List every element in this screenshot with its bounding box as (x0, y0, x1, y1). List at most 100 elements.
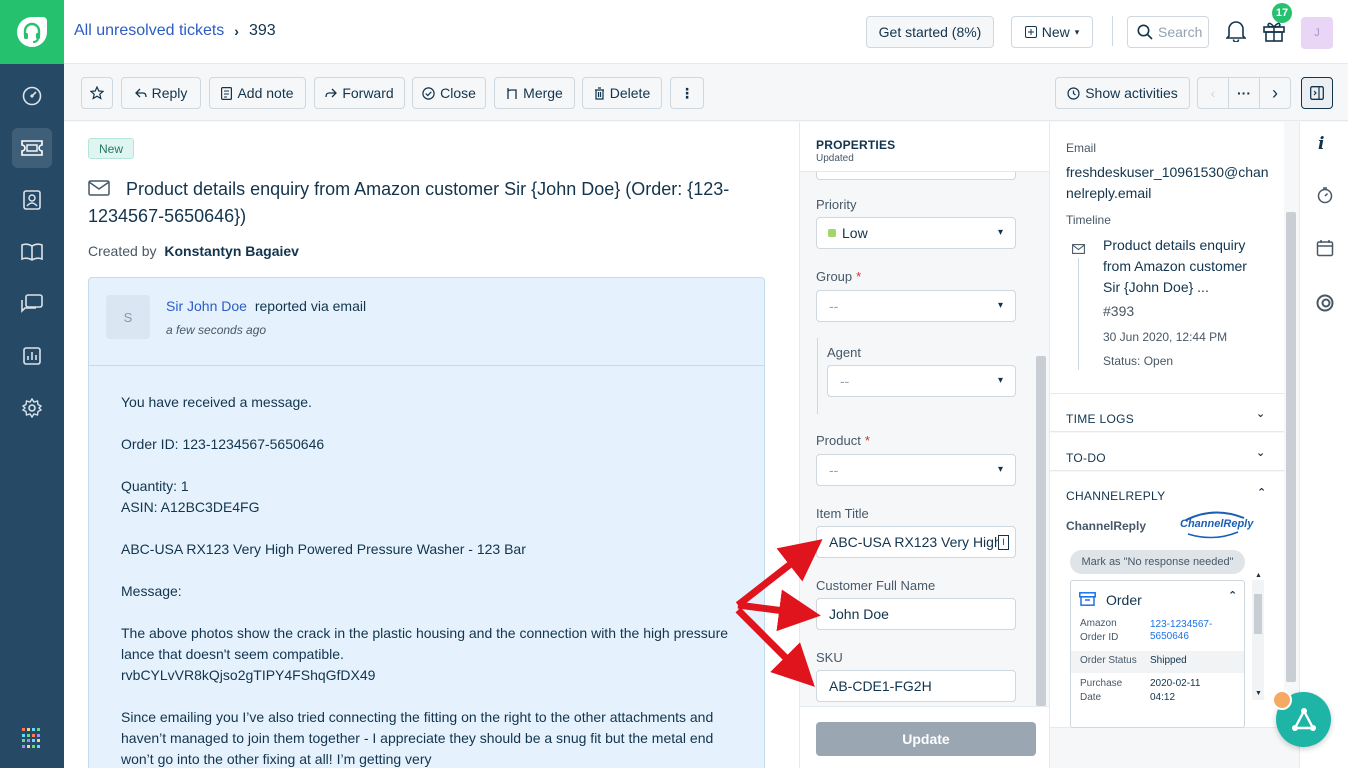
message-line: haven’t managed to join them together - … (121, 730, 714, 746)
divider (1112, 16, 1113, 46)
breadcrumb-link[interactable]: All unresolved tickets (74, 22, 224, 40)
star-button[interactable] (81, 77, 113, 109)
contacts-icon[interactable] (12, 180, 52, 220)
order-id-link[interactable]: 123-1234567- 5650646 (1150, 619, 1212, 643)
search-button[interactable]: Search (1127, 16, 1209, 48)
chevron-down-icon: ▾ (997, 464, 1003, 475)
agent-value: -- (840, 373, 850, 389)
tickets-icon[interactable] (12, 128, 52, 168)
channelreply-app-name: ChannelReply (1066, 519, 1147, 533)
delete-button[interactable]: Delete (582, 77, 662, 109)
chevron-up-icon[interactable]: ⌃ (1257, 486, 1266, 499)
reports-icon[interactable] (12, 336, 52, 376)
channelreply-app-icon[interactable] (1316, 294, 1334, 315)
get-started-button[interactable]: Get started (8%) (866, 16, 994, 48)
priority-select[interactable]: Low ▾ (816, 217, 1016, 249)
chevron-down-icon: ▾ (997, 300, 1003, 311)
info-icon[interactable]: i (1318, 134, 1324, 154)
calendar-icon[interactable] (1316, 239, 1334, 260)
more-actions-button[interactable]: ⋮ (670, 77, 704, 109)
scrollbar-thumb[interactable] (1254, 594, 1262, 634)
contact-email-line: nelreply.email (1066, 185, 1152, 201)
history-icon (1067, 86, 1080, 100)
notifications-bell-icon[interactable] (1225, 20, 1247, 45)
ticket-main-panel: New Product details enquiry from Amazon … (64, 122, 799, 768)
top-bar: All unresolved tickets › 393 Get started… (64, 0, 1348, 64)
channelreply-scrollbar[interactable]: ▼ ▲ (1252, 572, 1264, 700)
new-dropdown-button[interactable]: New ▾ (1011, 16, 1093, 48)
forward-label: Forward (342, 85, 394, 101)
annotation-arrows (735, 539, 823, 687)
properties-panel: PROPERTIES Updated Priority Low ▾ Group *… (799, 122, 1049, 768)
todo-section[interactable]: TO-DO ⌄ (1050, 433, 1284, 471)
item-title-label: Item Title (816, 506, 869, 521)
item-title-input[interactable]: ABC-USA RX123 Very High I (816, 526, 1016, 558)
forward-icon (325, 88, 338, 98)
order-status-value: Shipped (1150, 655, 1187, 666)
message-line: ASIN: A12BC3DE4FG (121, 499, 260, 515)
dashboard-icon[interactable] (12, 76, 52, 116)
order-card: Order ⌃ Amazon Order ID 123-1234567- 56506… (1070, 580, 1245, 728)
required-mark: * (864, 433, 870, 448)
app-switcher-icon[interactable] (22, 728, 42, 748)
show-activities-button[interactable]: Show activities (1055, 77, 1190, 109)
gift-icon[interactable] (1262, 20, 1286, 45)
chevron-up-icon[interactable]: ⌃ (1228, 589, 1237, 602)
next-ticket-button[interactable]: › (1259, 77, 1291, 109)
properties-scrollbar[interactable] (1036, 356, 1046, 706)
contact-email: freshdeskuser_10961530@chan nelreply.ema… (1066, 162, 1269, 204)
gift-badge: 17 (1272, 3, 1292, 23)
message-line: lance that doesn't seem compatible. (121, 646, 344, 662)
note-icon (221, 86, 233, 100)
timeline-ticket-title[interactable]: Product details enquiry from Amazon cust… (1103, 235, 1247, 298)
reported-via: reported via email (254, 298, 367, 314)
created-by-name[interactable]: Konstantyn Bagaiev (164, 243, 299, 259)
requester-avatar: S (106, 295, 150, 339)
priority-value: Low (842, 225, 868, 241)
requester-name[interactable]: Sir John Doe (166, 298, 247, 314)
timer-icon[interactable] (1316, 186, 1334, 207)
toggle-sidebar-button[interactable] (1301, 77, 1333, 109)
add-note-button[interactable]: Add note (209, 77, 306, 109)
customer-name-input[interactable]: John Doe (816, 598, 1016, 630)
forward-button[interactable]: Forward (314, 77, 405, 109)
ticket-pager-more-button[interactable]: ··· (1228, 77, 1260, 109)
contact-panel-scrollbar[interactable] (1286, 212, 1296, 682)
trash-icon (594, 86, 604, 100)
mark-no-response-button[interactable]: Mark as "No response needed" (1070, 550, 1245, 574)
channelreply-title[interactable]: CHANNELREPLY (1066, 489, 1165, 503)
chevron-left-icon: ‹ (1210, 85, 1216, 101)
sku-value: AB-CDE1-FG2H (829, 678, 932, 694)
priority-low-indicator (828, 229, 836, 237)
previous-ticket-button[interactable]: ‹ (1197, 77, 1229, 109)
show-activities-label: Show activities (1085, 85, 1178, 101)
scroll-up-icon[interactable]: ▲ (1255, 572, 1262, 579)
update-button[interactable]: Update (816, 722, 1036, 756)
channelreply-logo: ChannelReply (1178, 510, 1253, 540)
user-avatar[interactable]: J (1301, 17, 1333, 49)
apps-strip: i (1299, 122, 1348, 768)
previous-field-edge (816, 172, 1016, 180)
reply-icon (134, 88, 147, 98)
check-circle-icon (422, 86, 435, 100)
close-button[interactable]: Close (412, 77, 486, 109)
reply-button[interactable]: Reply (121, 77, 201, 109)
agent-select[interactable]: -- ▾ (827, 365, 1016, 397)
group-select[interactable]: -- ▾ (816, 290, 1016, 322)
new-label: New (1041, 24, 1070, 40)
scroll-down-icon[interactable]: ▼ (1255, 690, 1262, 697)
purchase-value-line: 04:12 (1150, 692, 1176, 703)
time-logs-title: TIME LOGS (1066, 412, 1135, 426)
knowledge-base-icon[interactable] (12, 232, 52, 272)
order-row: Order Status Shipped (1071, 651, 1244, 673)
time-logs-section[interactable]: TIME LOGS ⌄ (1050, 394, 1284, 432)
product-select[interactable]: -- ▾ (816, 454, 1016, 486)
merge-button[interactable]: Merge (494, 77, 575, 109)
plus-square-icon (1024, 26, 1037, 38)
admin-settings-icon[interactable] (12, 388, 52, 428)
freshdesk-logo[interactable] (0, 0, 64, 64)
timeline-email-icon (1072, 241, 1085, 257)
order-row: Amazon Order ID 123-1234567- 5650646 (1071, 615, 1244, 649)
sku-input[interactable]: AB-CDE1-FG2H (816, 670, 1016, 702)
forums-icon[interactable] (12, 284, 52, 324)
